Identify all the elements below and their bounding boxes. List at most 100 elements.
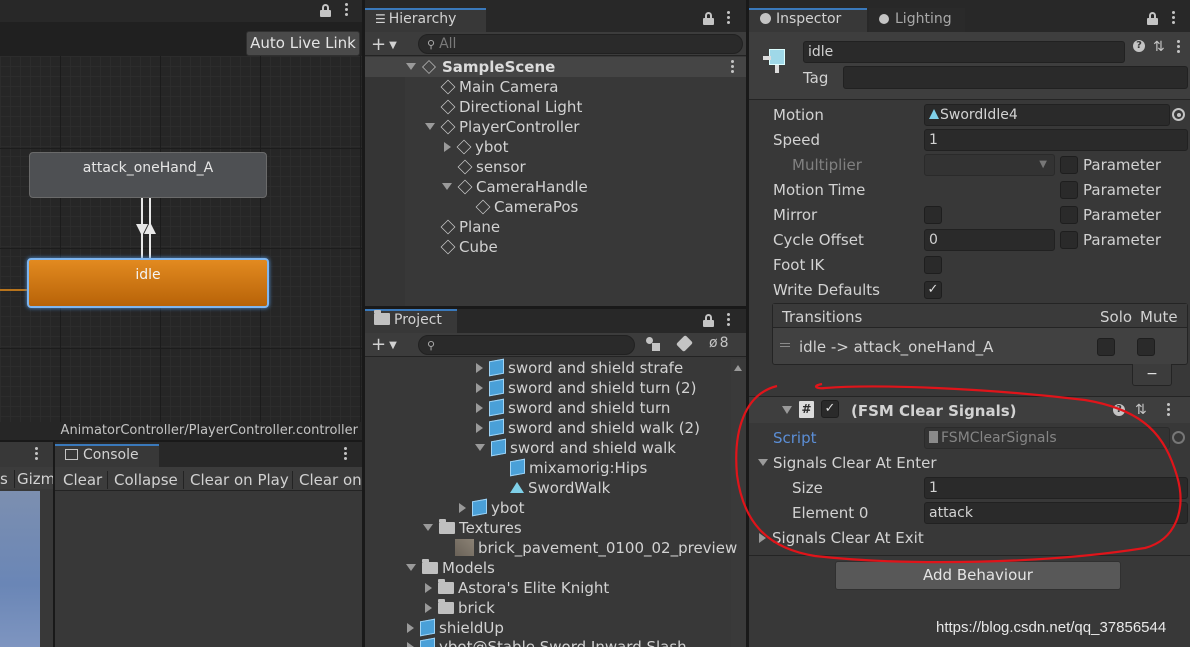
hierarchy-item-plane[interactable]: Plane xyxy=(440,218,500,236)
project-item-walk-2[interactable]: sword and shield walk (2) xyxy=(476,418,700,437)
multiplier-parameter-checkbox[interactable] xyxy=(1060,156,1078,174)
project-item-swordwalk[interactable]: SwordWalk xyxy=(510,479,610,497)
lighting-tab[interactable]: Lighting xyxy=(869,8,965,32)
add-object-button[interactable]: + ▼ xyxy=(371,34,397,55)
hierarchy-item-cube[interactable]: Cube xyxy=(440,238,498,256)
hierarchy-item-playercontroller[interactable]: PlayerController xyxy=(425,118,579,136)
project-item-turn-2[interactable]: sword and shield turn (2) xyxy=(476,378,696,397)
hierarchy-item-camerahandle[interactable]: CameraHandle xyxy=(442,178,588,196)
create-asset-button[interactable]: + ▼ xyxy=(371,334,397,355)
expand-icon[interactable] xyxy=(425,583,432,593)
transition-item[interactable]: idle -> attack_oneHand_A xyxy=(799,338,993,356)
scene-row-content: SampleScene xyxy=(406,58,555,76)
console-clear-on-build-button[interactable]: Clear on xyxy=(292,471,362,489)
expand-icon[interactable] xyxy=(407,642,414,647)
drag-handle-icon[interactable] xyxy=(780,343,790,347)
project-item-astora[interactable]: Astora's Elite Knight xyxy=(425,579,609,597)
inspector-more-icon[interactable] xyxy=(1170,11,1176,27)
project-item-brick[interactable]: brick xyxy=(425,599,495,617)
transition-arrows[interactable] xyxy=(130,198,164,260)
console-tab[interactable]: Console xyxy=(55,444,159,467)
expand-icon[interactable] xyxy=(476,403,483,413)
tag-field[interactable] xyxy=(843,66,1188,89)
cycle-offset-field[interactable]: 0 xyxy=(924,229,1055,251)
scene-tab-fragment[interactable]: s xyxy=(0,470,8,488)
hidden-packages-icon[interactable]: ø8 xyxy=(709,335,729,351)
object-picker-icon[interactable] xyxy=(1172,108,1185,121)
scene-more-icon[interactable] xyxy=(729,60,735,76)
project-item-mixamorig-hips[interactable]: mixamorig:Hips xyxy=(510,458,647,477)
hierarchy-item-ybot[interactable]: ybot xyxy=(444,138,508,156)
hierarchy-item-main-camera[interactable]: Main Camera xyxy=(440,78,558,96)
expand-icon[interactable] xyxy=(475,444,485,451)
hierarchy-lock-icon[interactable] xyxy=(703,12,714,25)
scene-more-icon[interactable] xyxy=(33,447,39,463)
hierarchy-panel: ☰ Hierarchy + ▼ ⚲ All SampleScene Main Came… xyxy=(365,0,746,306)
gameobject-icon xyxy=(475,199,491,215)
filter-by-type-icon[interactable] xyxy=(646,337,660,351)
preset-icon[interactable]: ⇅ xyxy=(1153,39,1165,55)
expand-icon[interactable] xyxy=(459,503,466,513)
hierarchy-item-directional-light[interactable]: Directional Light xyxy=(440,98,582,116)
console-clear-button[interactable]: Clear xyxy=(63,471,102,489)
folder-icon xyxy=(438,579,454,594)
project-item-textures[interactable]: Textures xyxy=(423,519,522,537)
console-panel: Console Clear Collapse Clear on Play Cle… xyxy=(55,442,362,647)
solo-label: Solo xyxy=(1100,308,1133,326)
project-tab[interactable]: Project xyxy=(365,309,457,333)
hierarchy-more-icon[interactable] xyxy=(725,11,731,27)
expand-icon[interactable] xyxy=(476,363,483,373)
console-clear-on-play-button[interactable]: Clear on Play xyxy=(183,471,289,489)
motion-time-parameter-checkbox[interactable] xyxy=(1060,181,1078,199)
project-item-turn[interactable]: sword and shield turn xyxy=(476,398,670,417)
project-search-input[interactable]: ⚲ xyxy=(418,335,635,355)
expand-icon[interactable] xyxy=(425,603,432,613)
project-item-brick-preview[interactable]: brick_pavement_0100_02_preview xyxy=(455,539,737,557)
project-item-shieldup[interactable]: shieldUp xyxy=(407,618,504,637)
write-defaults-checkbox[interactable]: ✓ xyxy=(924,281,942,299)
mirror-parameter-checkbox[interactable] xyxy=(1060,206,1078,224)
expand-icon[interactable] xyxy=(425,123,435,130)
expand-icon[interactable] xyxy=(442,183,452,190)
component-menu-icon[interactable] xyxy=(1175,40,1181,56)
more-menu-icon[interactable] xyxy=(343,3,349,19)
lock-icon[interactable] xyxy=(320,4,331,17)
hierarchy-item-sensor[interactable]: sensor xyxy=(457,158,526,176)
hierarchy-item-camerapos[interactable]: CameraPos xyxy=(475,198,578,216)
expand-icon[interactable] xyxy=(444,142,451,152)
multiplier-dropdown: ▼ xyxy=(924,154,1055,176)
expand-icon[interactable] xyxy=(476,423,483,433)
transition-mute-checkbox[interactable] xyxy=(1137,338,1155,356)
auto-live-link-button[interactable]: Auto Live Link xyxy=(246,31,360,56)
project-item-ybot-slash[interactable]: ybot@Stable Sword Inward Slash xyxy=(407,637,687,647)
speed-field[interactable]: 1 xyxy=(924,129,1188,151)
scene-viewport[interactable] xyxy=(0,491,40,647)
transition-solo-checkbox[interactable] xyxy=(1097,338,1115,356)
hierarchy-search-input[interactable]: ⚲ All xyxy=(418,34,743,54)
object-name-field[interactable]: idle xyxy=(803,41,1125,63)
gameobject-icon xyxy=(457,179,473,195)
state-node-idle[interactable] xyxy=(27,258,269,308)
inspector-lock-icon[interactable] xyxy=(1147,12,1158,25)
help-icon[interactable]: ? xyxy=(1133,40,1145,52)
project-item-models[interactable]: Models xyxy=(406,559,495,577)
project-item-strafe[interactable]: sword and shield strafe xyxy=(476,358,683,377)
motion-field[interactable]: SwordIdle4 xyxy=(924,104,1170,126)
project-item-ybot[interactable]: ybot xyxy=(459,498,524,517)
cycle-offset-parameter-checkbox[interactable] xyxy=(1060,231,1078,249)
animator-grid[interactable] xyxy=(0,56,362,424)
console-collapse-button[interactable]: Collapse xyxy=(107,471,178,489)
gizmos-button[interactable]: Gizm xyxy=(14,470,53,488)
inspector-tab[interactable]: Inspector xyxy=(749,8,867,32)
console-more-icon[interactable] xyxy=(342,447,348,463)
expand-icon[interactable] xyxy=(406,564,416,571)
project-item-walk[interactable]: sword and shield walk xyxy=(475,438,676,457)
expand-icon[interactable] xyxy=(407,623,414,633)
mirror-checkbox[interactable] xyxy=(924,206,942,224)
expand-icon[interactable] xyxy=(476,383,483,393)
foot-ik-checkbox[interactable] xyxy=(924,256,942,274)
project-lock-icon[interactable] xyxy=(703,314,714,327)
hierarchy-tab[interactable]: ☰ Hierarchy xyxy=(365,8,486,32)
project-more-icon[interactable] xyxy=(725,313,731,329)
expand-icon[interactable] xyxy=(423,524,433,531)
